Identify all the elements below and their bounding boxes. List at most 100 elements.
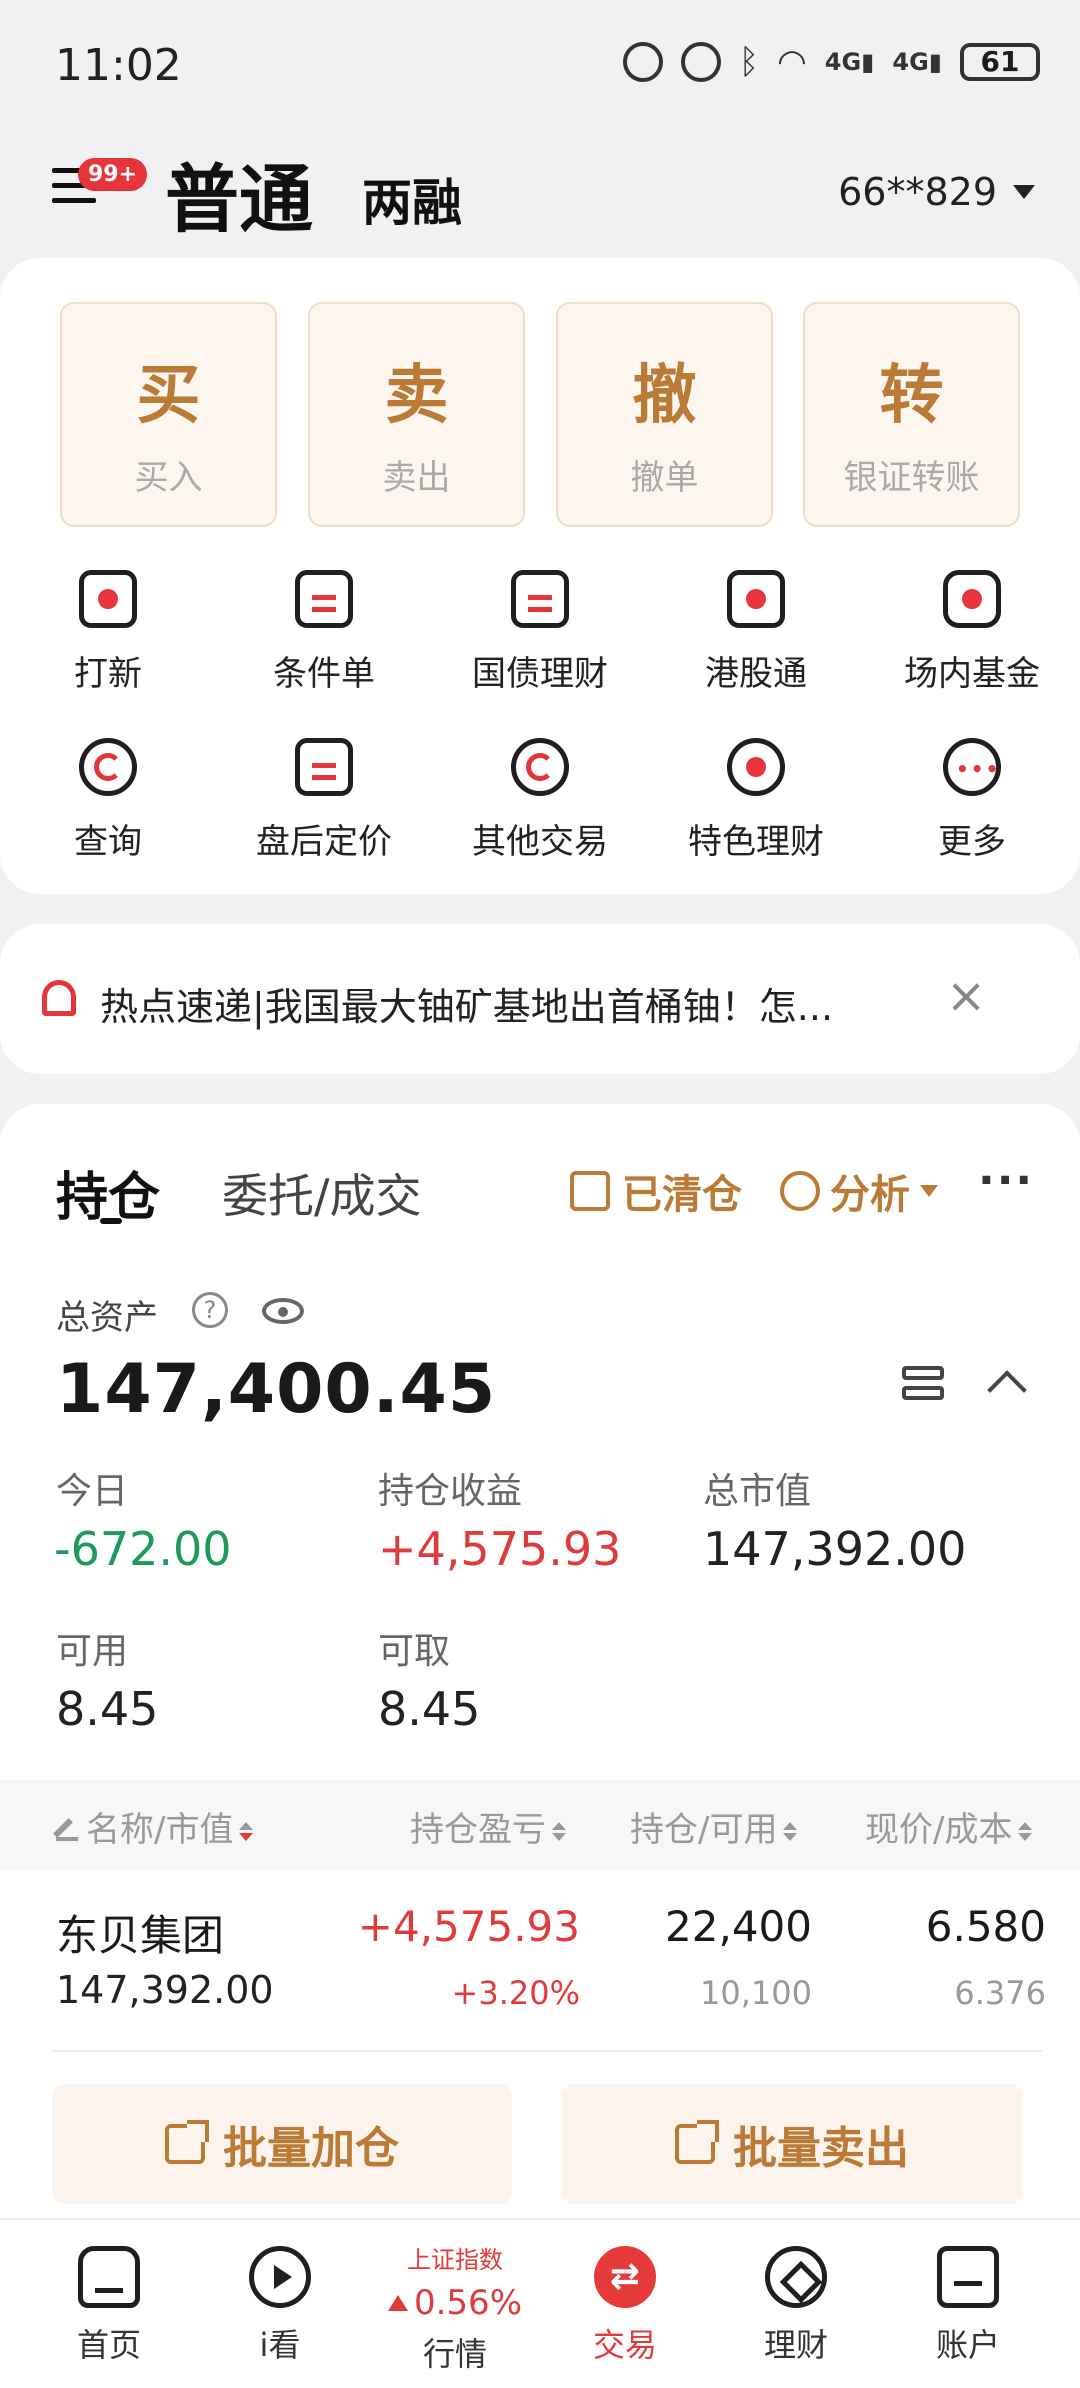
- batch-add-button[interactable]: 批量加仓: [52, 2084, 512, 2204]
- treasury-bond-icon: [511, 570, 569, 628]
- after-hours-pricing-icon: [295, 738, 353, 796]
- cancel-glyph: 撤: [632, 359, 697, 433]
- edit-icon: [56, 1819, 78, 1841]
- sell-glyph: 卖: [384, 359, 449, 433]
- tool-other-trades[interactable]: 其他交易: [432, 738, 648, 863]
- featured-wealth-icon: [727, 738, 785, 796]
- nav-label: 交易: [592, 2326, 657, 2364]
- batch-add-label: 批量加仓: [223, 2123, 399, 2174]
- analysis-label: 分析: [830, 1172, 910, 1218]
- tool-etf-fund[interactable]: 场内基金: [864, 570, 1080, 695]
- close-icon[interactable]: ×: [946, 968, 986, 1024]
- stock-position: 22,400: [665, 1902, 812, 1951]
- tool-label: 盘后定价: [256, 822, 392, 862]
- today-pl-label: 今日: [56, 1471, 129, 1512]
- batch-sell-button[interactable]: 批量卖出: [562, 2084, 1022, 2204]
- tool-ipo[interactable]: 打新: [0, 570, 216, 695]
- nav-label: 理财: [763, 2326, 828, 2364]
- tab-orders-trades[interactable]: 委托/成交: [222, 1160, 422, 1226]
- hk-connect-icon: [727, 570, 785, 628]
- sort-icon: [552, 1822, 566, 1841]
- eye-icon[interactable]: [262, 1298, 304, 1324]
- news-headline[interactable]: 热点速递|我国最大铀矿基地出首桶铀！怎...: [100, 976, 920, 1031]
- transfer-glyph: 转: [879, 359, 944, 433]
- tool-after-hours-pricing[interactable]: 盘后定价: [216, 738, 432, 863]
- tab-normal-account[interactable]: 普通: [165, 140, 313, 247]
- tool-treasury-bond[interactable]: 国债理财: [432, 570, 648, 695]
- batch-sell-label: 批量卖出: [733, 2123, 909, 2174]
- nav-label: 首页: [76, 2326, 141, 2364]
- buy-label: 买入: [134, 458, 203, 498]
- buy-button[interactable]: 买 买入: [60, 302, 277, 527]
- data-saver-icon: [622, 42, 663, 82]
- nav-account[interactable]: 账户: [903, 2246, 1033, 2366]
- chevron-down-icon: [920, 1185, 938, 1197]
- stock-cost: 6.376: [954, 1974, 1046, 2012]
- tool-label: 打新: [74, 654, 142, 694]
- tool-label: 场内基金: [904, 654, 1040, 694]
- more-options-icon[interactable]: ···: [978, 1155, 1034, 1206]
- wealth-icon: [765, 2246, 827, 2308]
- tool-label: 港股通: [705, 654, 807, 694]
- stock-pl-percent: +3.20%: [451, 1974, 580, 2012]
- account-number: 66**829: [838, 170, 997, 214]
- market-value-value: 147,392.00: [703, 1522, 967, 1576]
- nav-home[interactable]: 首页: [44, 2246, 174, 2366]
- account-selector[interactable]: 66**829: [838, 170, 1035, 214]
- conditional-order-icon: [295, 570, 353, 628]
- layout-toggle-icon[interactable]: [902, 1366, 944, 1406]
- tab-margin-account[interactable]: 两融: [362, 163, 462, 235]
- stock-price: 6.580: [925, 1902, 1046, 1951]
- cleared-positions-button[interactable]: 已清仓: [570, 1162, 742, 1220]
- nav-market[interactable]: 上证指数 0.56% 行情: [385, 2240, 525, 2375]
- trade-icon: ⇄: [594, 2246, 656, 2308]
- home-icon: [78, 2246, 140, 2308]
- tool-conditional-order[interactable]: 条件单: [216, 570, 432, 695]
- column-name-mv[interactable]: 名称/市值: [56, 1802, 254, 1851]
- signal-4g-icon: 4G▮: [824, 48, 875, 76]
- bank-transfer-button[interactable]: 转 银证转账: [803, 302, 1020, 527]
- battery-icon: 61: [960, 43, 1040, 81]
- other-trades-icon: [511, 738, 569, 796]
- tool-hk-connect[interactable]: 港股通: [648, 570, 864, 695]
- batch-add-icon: [165, 2120, 209, 2164]
- trend-icon: [780, 1171, 820, 1211]
- total-assets-value: 147,400.45: [56, 1350, 497, 1429]
- tool-more[interactable]: ••• 更多: [864, 738, 1080, 863]
- nav-trade[interactable]: ⇄ 交易: [560, 2246, 690, 2366]
- market-value-label: 总市值: [703, 1471, 812, 1512]
- sell-button[interactable]: 卖 卖出: [308, 302, 525, 527]
- bell-icon: [42, 980, 76, 1016]
- column-position[interactable]: 持仓/可用: [630, 1802, 798, 1851]
- message-badge: 99+: [78, 158, 148, 191]
- nav-watch[interactable]: i看: [215, 2246, 345, 2366]
- withdrawable-value: 8.45: [378, 1682, 481, 1736]
- column-price[interactable]: 现价/成本: [865, 1802, 1033, 1851]
- bluetooth-icon: ᛒ: [738, 42, 760, 82]
- wifi-icon: ◠: [777, 42, 807, 82]
- sort-icon: [1018, 1822, 1033, 1841]
- tab-indicator: [100, 1218, 122, 1224]
- market-index-change-value: 0.56%: [413, 2283, 522, 2323]
- etf-fund-icon: [943, 570, 1001, 628]
- chevron-down-icon: [1013, 185, 1035, 199]
- tool-query[interactable]: 查询: [0, 738, 216, 863]
- stock-market-value: 147,392.00: [56, 1968, 274, 2012]
- analysis-button[interactable]: 分析: [780, 1162, 938, 1220]
- more-icon: •••: [943, 738, 1001, 796]
- status-time: 11:02: [55, 40, 182, 91]
- position-profit-label: 持仓收益: [378, 1471, 523, 1512]
- nav-wealth[interactable]: 理财: [731, 2246, 861, 2366]
- tool-featured-wealth[interactable]: 特色理财: [648, 738, 864, 863]
- buy-glyph: 买: [136, 359, 201, 433]
- cancel-order-button[interactable]: 撤 撤单: [556, 302, 773, 527]
- market-index-name: 上证指数: [407, 2246, 503, 2274]
- sort-icon: [239, 1822, 254, 1841]
- available-label: 可用: [56, 1631, 129, 1672]
- today-pl-value: -672.00: [54, 1522, 232, 1576]
- tool-label: 查询: [74, 822, 142, 862]
- stock-name[interactable]: 东贝集团: [56, 1902, 224, 1963]
- column-pl[interactable]: 持仓盈亏: [410, 1802, 566, 1851]
- help-icon[interactable]: ?: [192, 1292, 228, 1328]
- signal-4g-icon-2: 4G▮: [892, 48, 942, 76]
